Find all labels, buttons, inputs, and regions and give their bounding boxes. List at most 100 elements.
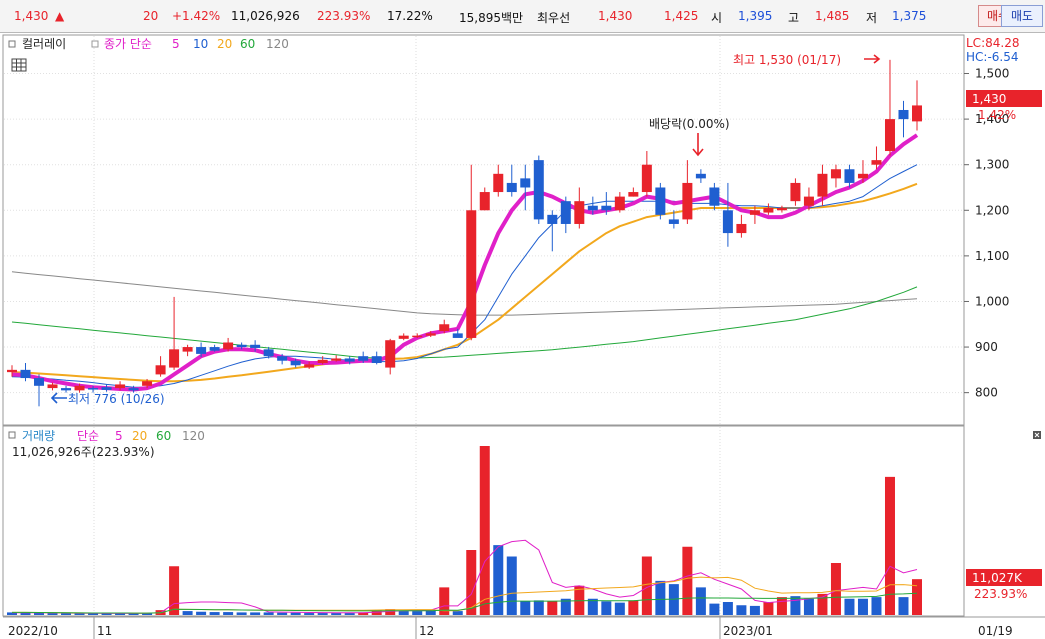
volume-bar [682, 546, 693, 615]
candle-body [61, 388, 72, 391]
candle-body [506, 182, 517, 193]
volume-bar [533, 600, 544, 615]
color-layer-label[interactable]: 컬러레이 [22, 37, 66, 51]
price-tick-label: 1,300 [975, 158, 1009, 172]
volume-bar [912, 579, 922, 615]
candle-body [209, 347, 220, 351]
candle-body [277, 356, 288, 361]
candle-body [398, 335, 409, 339]
candle-body [74, 385, 85, 391]
candle-body [655, 187, 666, 215]
low-price: 1,375 [892, 9, 927, 23]
candle-body [817, 173, 828, 197]
hc-label: HC:-6.54 [966, 50, 1019, 64]
candle-body [614, 196, 625, 211]
best-price-label: 최우선 [537, 11, 571, 25]
volume-ma-20: 20 [132, 429, 147, 443]
candle-body [844, 169, 855, 183]
volume-toggle-icon[interactable] [8, 431, 16, 439]
x-label-2022-10: 2022/10 [8, 624, 58, 638]
candle-body [871, 160, 882, 165]
candle-body [641, 164, 652, 193]
ma-period-60: 60 [240, 37, 255, 51]
candle-body [790, 182, 801, 202]
lc-label: LC:84.28 [966, 36, 1019, 50]
open-price: 1,395 [738, 9, 773, 23]
best-bid: 1,425 [664, 9, 699, 23]
ma-period-120: 120 [266, 37, 289, 51]
candle-body [290, 360, 301, 366]
candle[interactable] [533, 155, 544, 224]
ma-toggle-icon[interactable] [91, 40, 99, 48]
candle-body [88, 388, 99, 390]
sell-button[interactable]: 매도 [1001, 5, 1043, 27]
candle-body [668, 219, 679, 224]
volume-bar [506, 556, 517, 615]
volume-bar [452, 611, 463, 615]
price-change: 20 [143, 9, 159, 23]
candle-body [142, 381, 153, 386]
candle-body [587, 205, 598, 211]
volume-bar [425, 610, 436, 615]
up-arrow-icon: ▲ [55, 9, 65, 23]
volume-bar [182, 611, 193, 615]
candle-body [763, 208, 774, 213]
x-label-12: 12 [419, 624, 434, 638]
volume-bar [223, 612, 234, 615]
volume-bar [776, 597, 787, 615]
volume-bar [277, 612, 288, 615]
ma-title: 종가 단순 [104, 37, 152, 51]
volume-bar [196, 611, 207, 615]
candle-body [34, 378, 45, 386]
volume-bar [398, 611, 409, 615]
volume-bar [695, 587, 706, 615]
volume-tag-text: 11,027K [972, 571, 1023, 585]
candle-body [857, 173, 868, 179]
current-price-tag-text: 1,430 [972, 92, 1006, 106]
candle-body [709, 187, 720, 206]
best-ask: 1,430 [598, 9, 633, 23]
stock-chart[interactable]: 1,5001,4001,3001,2001,1001,000900800 50,… [0, 33, 1045, 639]
high-label: 고 [788, 11, 800, 25]
candle-body [884, 119, 895, 152]
x-label-2023-01: 2023/01 [723, 624, 773, 638]
volume-bar [857, 598, 868, 615]
price-tick-label: 800 [975, 386, 998, 400]
volume-ratio: 223.93% [317, 9, 371, 23]
quote-bar: 1,430 ▲ 20 +1.42% 11,026,926 223.93% 17.… [0, 0, 1045, 33]
volume-bar [520, 601, 531, 615]
candle-body [236, 344, 247, 348]
open-label: 시 [711, 11, 723, 25]
candle-body [115, 384, 126, 389]
volume-pct-tag: 223.93% [974, 587, 1027, 601]
candle-body [47, 384, 58, 389]
ma-period-20: 20 [217, 37, 232, 51]
candle[interactable] [655, 182, 666, 220]
candle-body [830, 169, 841, 179]
volume-bar [547, 601, 558, 615]
candle-body [601, 205, 612, 211]
volume-bar [763, 602, 774, 615]
volume-bar [61, 613, 72, 615]
candle-body [425, 333, 436, 336]
calendar-grid-icon[interactable] [11, 58, 27, 72]
volume-bar [898, 597, 909, 615]
volume-bar [412, 611, 423, 615]
close-panel-icon[interactable] [1033, 431, 1041, 439]
panel-toggle-icon[interactable] [8, 40, 16, 48]
candle-body [736, 223, 747, 234]
candle-body [628, 192, 639, 197]
candle-body [452, 333, 463, 338]
turnover-rate: 17.22% [387, 9, 433, 23]
candle-body [493, 173, 504, 193]
high-price: 1,485 [815, 9, 850, 23]
candle-body [7, 369, 17, 373]
x-axis: 2022/10 11 12 2023/01 01/19 [8, 617, 1013, 639]
volume-bar [722, 602, 733, 615]
candle-body [560, 201, 571, 224]
volume-bar [169, 566, 180, 615]
candle-body [520, 178, 531, 188]
ex-dividend-label: 배당락(0.00%) [649, 117, 730, 131]
volume-bar [655, 580, 666, 615]
volume-bar [628, 600, 639, 615]
